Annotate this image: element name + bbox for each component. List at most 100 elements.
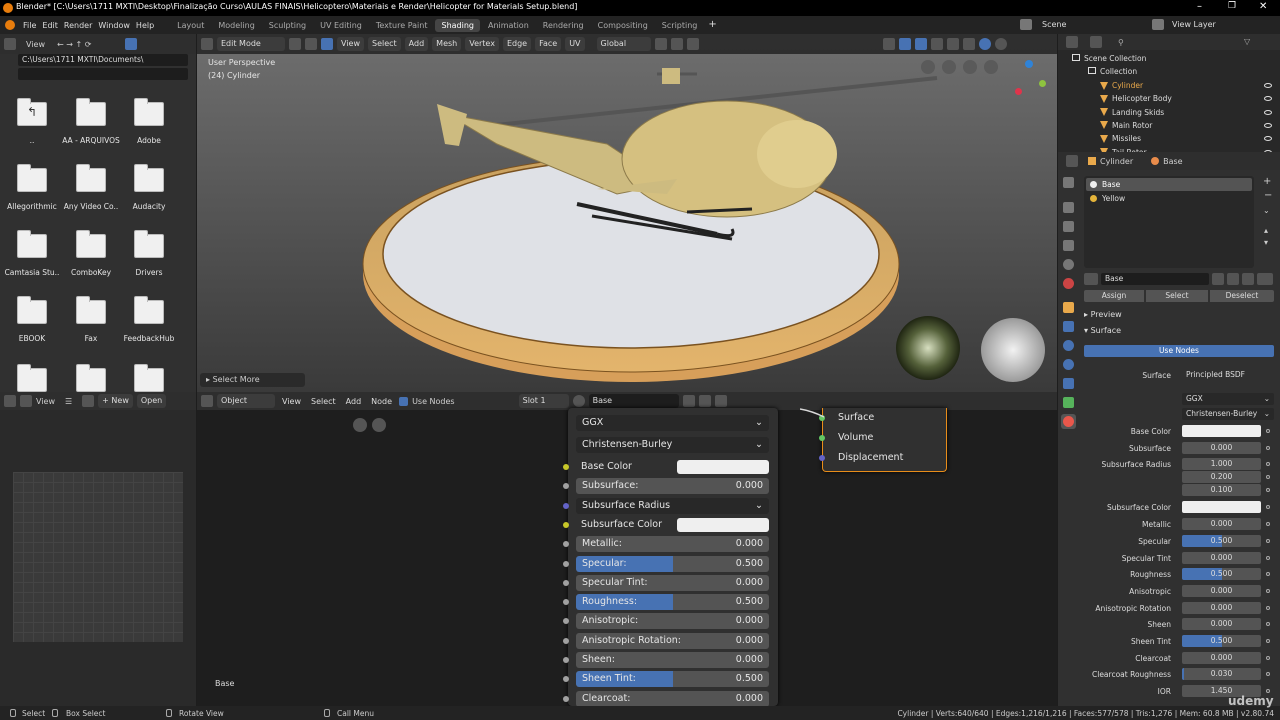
- folder-item[interactable]: [119, 364, 179, 392]
- prop-value-field[interactable]: 0.000: [1182, 584, 1261, 597]
- filename-field[interactable]: [18, 68, 188, 80]
- node-menu-select[interactable]: Select: [308, 397, 339, 406]
- move-up-icon[interactable]: ▴: [1264, 226, 1268, 235]
- input-socket[interactable]: [563, 464, 569, 470]
- node-base-color-swatch[interactable]: [677, 460, 769, 474]
- duplicate-icon[interactable]: [1227, 273, 1239, 285]
- particles-tab-icon[interactable]: [1063, 340, 1074, 351]
- pan-icon[interactable]: [353, 418, 367, 432]
- input-socket[interactable]: [563, 695, 569, 702]
- pivot-icon[interactable]: [654, 38, 667, 50]
- blender-menu-icon[interactable]: [5, 20, 15, 30]
- folder-item[interactable]: [2, 364, 62, 392]
- outliner-item[interactable]: Missiles: [1100, 134, 1141, 143]
- display-mode-icon[interactable]: [125, 38, 138, 50]
- menu-select[interactable]: Select: [367, 37, 401, 51]
- modifier-tab-icon[interactable]: [1063, 321, 1074, 332]
- editor-type-icon[interactable]: [1066, 36, 1078, 48]
- node-subsurface-radius-dropdown[interactable]: Subsurface Radius ⌄: [576, 497, 769, 514]
- material-name-field[interactable]: Base: [588, 394, 679, 408]
- node-clearcoat-field[interactable]: Clearcoat: 0.000: [576, 690, 769, 707]
- duplicate-icon[interactable]: [698, 395, 711, 407]
- menu-add[interactable]: Add: [404, 37, 429, 51]
- menu-edge[interactable]: Edge: [502, 37, 532, 51]
- menu-view[interactable]: View: [337, 37, 364, 51]
- visibility-eye-icon[interactable]: [1264, 136, 1272, 142]
- editor-type-icon[interactable]: [201, 38, 213, 50]
- data-tab-icon[interactable]: [1063, 397, 1074, 408]
- tab-scripting[interactable]: Scripting: [656, 19, 704, 32]
- nav-gizmo[interactable]: [1015, 60, 1049, 95]
- new-image-button[interactable]: + New: [98, 394, 133, 408]
- socket-link-icon[interactable]: [1266, 639, 1270, 643]
- display-mode-icon[interactable]: [1090, 36, 1102, 48]
- prop-value-field[interactable]: 0.500: [1182, 635, 1261, 647]
- folder-item[interactable]: Allegorithmic: [2, 164, 62, 211]
- xray-icon[interactable]: [930, 38, 943, 50]
- node-subsurface-field[interactable]: Subsurface: 0.000: [576, 478, 769, 495]
- surface-panel-header[interactable]: ▾ Surface: [1084, 326, 1121, 335]
- folder-item[interactable]: EBOOK: [2, 296, 62, 343]
- outliner-root[interactable]: Scene Collection: [1072, 54, 1146, 63]
- use-nodes-button[interactable]: Use Nodes: [1084, 345, 1274, 357]
- socket-link-icon[interactable]: [1266, 605, 1270, 610]
- zoom-icon[interactable]: [984, 60, 998, 74]
- tab-texture-paint[interactable]: Texture Paint: [370, 19, 434, 32]
- tool-tab-icon[interactable]: [1063, 177, 1074, 188]
- node-sheen-field[interactable]: Sheen: 0.000: [576, 652, 769, 668]
- output-socket-displacement[interactable]: [819, 455, 825, 461]
- filter-icon[interactable]: ▽: [1244, 37, 1250, 46]
- image-mode-icon[interactable]: [20, 395, 32, 407]
- node-sheen-tint-field[interactable]: Sheen Tint: 0.500: [576, 671, 769, 688]
- folder-item[interactable]: Any Video Co..: [61, 164, 121, 211]
- remove-slot-icon[interactable]: −: [1264, 190, 1272, 201]
- render-tab-icon[interactable]: [1063, 202, 1074, 213]
- tab-rendering[interactable]: Rendering: [537, 19, 590, 32]
- visibility-eye-icon[interactable]: [1264, 83, 1272, 88]
- outliner-item[interactable]: Main Rotor: [1100, 121, 1152, 130]
- select-more-panel[interactable]: ▸ Select More: [200, 373, 305, 387]
- node-roughness-field[interactable]: Roughness: 0.500: [576, 594, 769, 611]
- outliner-item[interactable]: Helicopter Body: [1100, 94, 1172, 103]
- prop-value-field[interactable]: 0.000: [1182, 518, 1261, 531]
- constraints-tab-icon[interactable]: [1063, 378, 1074, 389]
- menu-window[interactable]: Window: [95, 21, 133, 30]
- tab-animation[interactable]: Animation: [482, 19, 535, 32]
- assign-button[interactable]: Assign: [1084, 290, 1144, 302]
- add-workspace-icon[interactable]: +: [705, 19, 719, 32]
- socket-link-icon[interactable]: [1266, 655, 1270, 660]
- prop-value-field[interactable]: 0.200: [1182, 471, 1261, 484]
- node-anisotropic-field[interactable]: Anisotropic: 0.000: [576, 613, 769, 630]
- shader-type-selector[interactable]: Object: [217, 394, 275, 408]
- maximize-button[interactable]: ❐: [1228, 1, 1236, 11]
- node-menu-node[interactable]: Node: [368, 397, 395, 406]
- view-object-types-icon[interactable]: [882, 38, 895, 50]
- view-layer-tab-icon[interactable]: [1063, 240, 1074, 251]
- node-specular-tint-field[interactable]: Specular Tint: 0.000: [576, 574, 769, 591]
- select-button[interactable]: Select: [1146, 290, 1208, 302]
- menu-icon[interactable]: ☰: [65, 397, 72, 406]
- outliner-item[interactable]: Landing Skids: [1100, 108, 1164, 117]
- object-tab-icon[interactable]: [1063, 302, 1074, 313]
- link-type-icon[interactable]: [1257, 273, 1273, 285]
- visibility-eye-icon[interactable]: [1264, 96, 1272, 102]
- solid-shading-icon[interactable]: [962, 38, 975, 50]
- visibility-eye-icon[interactable]: [1264, 122, 1272, 128]
- surface-shader-field[interactable]: Principled BSDF: [1182, 369, 1274, 381]
- unlink-icon[interactable]: [1242, 273, 1254, 285]
- prop-value-field[interactable]: 1.000: [1182, 458, 1261, 471]
- outliner-collection[interactable]: Collection: [1088, 67, 1137, 76]
- zoom-icon[interactable]: [372, 418, 386, 432]
- node-specular-field[interactable]: Specular: 0.500: [576, 555, 769, 572]
- image-grid[interactable]: [13, 472, 183, 642]
- proportional-edit-icon[interactable]: [686, 38, 699, 50]
- folder-item[interactable]: Drivers: [119, 230, 179, 277]
- input-socket[interactable]: [563, 657, 569, 663]
- 3d-viewport[interactable]: Edit Mode View Select Add Mesh Vertex Ed…: [197, 34, 1057, 392]
- gizmo-icon[interactable]: [898, 38, 911, 50]
- prop-value-field[interactable]: 0.100: [1182, 484, 1261, 497]
- socket-link-icon[interactable]: [1266, 445, 1270, 450]
- prop-value-field[interactable]: 0.000: [1182, 618, 1261, 631]
- menu-file[interactable]: File: [20, 21, 39, 30]
- render-preview-icon[interactable]: [942, 60, 956, 74]
